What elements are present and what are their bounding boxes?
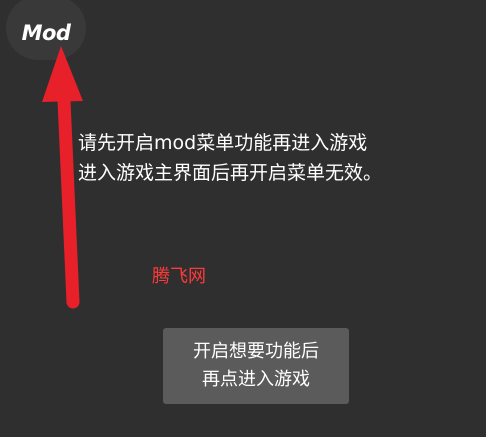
instruction-line-1: 请先开启mod菜单功能再进入游戏 [78, 132, 368, 154]
instruction-line-2: 进入游戏主界面后再开启菜单无效。 [78, 162, 383, 184]
watermark: 腾飞网 [152, 266, 206, 287]
mod-button-label: Mod [21, 21, 71, 45]
toast-line-2: 再点进入游戏 [202, 369, 310, 390]
toast-message: 开启想要功能后 再点进入游戏 [163, 328, 349, 404]
mod-menu-button[interactable]: Mod [6, 0, 86, 60]
toast-line-1: 开启想要功能后 [193, 341, 319, 362]
instruction-text: 请先开启mod菜单功能再进入游戏 进入游戏主界面后再开启菜单无效。 [78, 128, 478, 188]
